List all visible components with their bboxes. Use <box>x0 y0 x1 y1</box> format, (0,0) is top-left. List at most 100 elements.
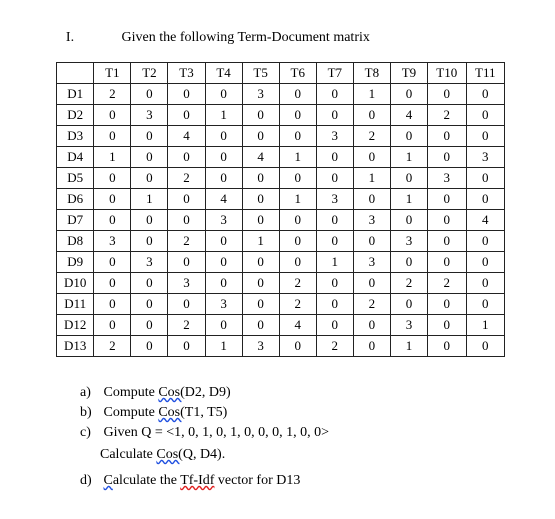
matrix-cell: 0 <box>242 168 279 189</box>
matrix-cell: 0 <box>131 294 168 315</box>
question-text-pre: Calculate <box>100 447 156 462</box>
question-a: a) Compute Cos(D2, D9) <box>80 385 505 401</box>
question-args: Q, D4). <box>183 447 225 462</box>
term-document-matrix: T1T2T3T4T5T6T7T8T9T10T11 D120003001000D2… <box>56 62 505 357</box>
matrix-cell: 3 <box>428 168 467 189</box>
matrix-cell: 0 <box>279 336 316 357</box>
matrix-cell: 0 <box>466 126 504 147</box>
matrix-cell: 0 <box>428 126 467 147</box>
matrix-cell: 1 <box>353 84 390 105</box>
matrix-cell: 0 <box>353 147 390 168</box>
question-c: c) Given Q = <1, 0, 1, 0, 1, 0, 0, 0, 1,… <box>80 425 505 441</box>
matrix-cell: 2 <box>316 336 353 357</box>
question-args: T1, T5) <box>185 405 228 420</box>
question-letter: d) <box>80 473 100 489</box>
matrix-cell: 0 <box>168 252 205 273</box>
question-b: b) Compute Cos(T1, T5) <box>80 405 505 421</box>
matrix-cell: 0 <box>205 252 242 273</box>
matrix-cell: 0 <box>242 273 279 294</box>
row-label: D13 <box>57 336 94 357</box>
matrix-cell: 0 <box>466 105 504 126</box>
matrix-cell: 3 <box>353 252 390 273</box>
column-header: T9 <box>390 63 427 84</box>
matrix-cell: 0 <box>131 231 168 252</box>
row-label: D10 <box>57 273 94 294</box>
matrix-cell: 1 <box>390 147 427 168</box>
matrix-cell: 3 <box>466 147 504 168</box>
matrix-cell: 0 <box>466 84 504 105</box>
matrix-cell: 0 <box>205 147 242 168</box>
matrix-cell: 3 <box>168 273 205 294</box>
question-c-sub: Calculate Cos(Q, D4). <box>100 447 505 463</box>
matrix-cell: 0 <box>466 252 504 273</box>
column-header: T2 <box>131 63 168 84</box>
column-header: T3 <box>168 63 205 84</box>
matrix-cell: 0 <box>353 231 390 252</box>
matrix-cell: 0 <box>131 315 168 336</box>
matrix-cell: 0 <box>242 315 279 336</box>
matrix-cell: 0 <box>94 294 131 315</box>
matrix-cell: 3 <box>242 84 279 105</box>
matrix-cell: 0 <box>168 210 205 231</box>
matrix-cell: 1 <box>205 105 242 126</box>
question-text-pre: Compute <box>104 385 159 400</box>
row-label: D3 <box>57 126 94 147</box>
matrix-cell: 1 <box>466 315 504 336</box>
matrix-cell: 3 <box>353 210 390 231</box>
matrix-cell: 0 <box>242 126 279 147</box>
matrix-cell: 0 <box>94 105 131 126</box>
matrix-cell: 0 <box>316 315 353 336</box>
row-label: D12 <box>57 315 94 336</box>
matrix-cell: 0 <box>94 273 131 294</box>
row-label: D11 <box>57 294 94 315</box>
matrix-cell: 1 <box>390 336 427 357</box>
matrix-cell: 0 <box>428 189 467 210</box>
matrix-cell: 0 <box>242 210 279 231</box>
matrix-cell: 0 <box>279 105 316 126</box>
matrix-cell: 0 <box>131 336 168 357</box>
matrix-cell: 0 <box>428 252 467 273</box>
matrix-cell: 0 <box>94 126 131 147</box>
matrix-cell: 0 <box>390 168 427 189</box>
matrix-cell: 3 <box>390 231 427 252</box>
matrix-cell: 0 <box>390 126 427 147</box>
matrix-cell: 0 <box>316 273 353 294</box>
matrix-cell: 0 <box>242 294 279 315</box>
matrix-cell: 0 <box>428 315 467 336</box>
table-row: D700030003004 <box>57 210 505 231</box>
matrix-cell: 0 <box>353 336 390 357</box>
matrix-cell: 1 <box>279 147 316 168</box>
matrix-cell: 3 <box>316 126 353 147</box>
matrix-cell: 2 <box>94 84 131 105</box>
matrix-cell: 2 <box>168 168 205 189</box>
matrix-cell: 3 <box>316 189 353 210</box>
corner-cell <box>57 63 94 84</box>
matrix-cell: 1 <box>131 189 168 210</box>
question-d: d) Calculate the Tf-Idf vector for D13 <box>80 473 505 489</box>
matrix-cell: 0 <box>466 273 504 294</box>
matrix-cell: 0 <box>94 189 131 210</box>
matrix-cell: 1 <box>242 231 279 252</box>
matrix-cell: 0 <box>279 252 316 273</box>
matrix-cell: 4 <box>242 147 279 168</box>
cos-function: Cos( <box>158 405 184 420</box>
table-row: D1320013020100 <box>57 336 505 357</box>
matrix-cell: 0 <box>466 294 504 315</box>
matrix-cell: 0 <box>242 189 279 210</box>
matrix-cell: 0 <box>316 294 353 315</box>
cos-function: Cos( <box>156 447 182 462</box>
matrix-cell: 2 <box>94 336 131 357</box>
column-header: T4 <box>205 63 242 84</box>
row-label: D2 <box>57 105 94 126</box>
table-row: D830201000300 <box>57 231 505 252</box>
matrix-cell: 0 <box>205 231 242 252</box>
matrix-cell: 0 <box>316 84 353 105</box>
question-text: Given Q = <1, 0, 1, 0, 1, 0, 0, 0, 1, 0,… <box>104 425 330 440</box>
table-row: D1000300200220 <box>57 273 505 294</box>
column-header: T5 <box>242 63 279 84</box>
question-letter: a) <box>80 385 100 401</box>
matrix-cell: 0 <box>390 294 427 315</box>
matrix-cell: 0 <box>168 189 205 210</box>
column-header: T1 <box>94 63 131 84</box>
matrix-cell: 1 <box>353 168 390 189</box>
